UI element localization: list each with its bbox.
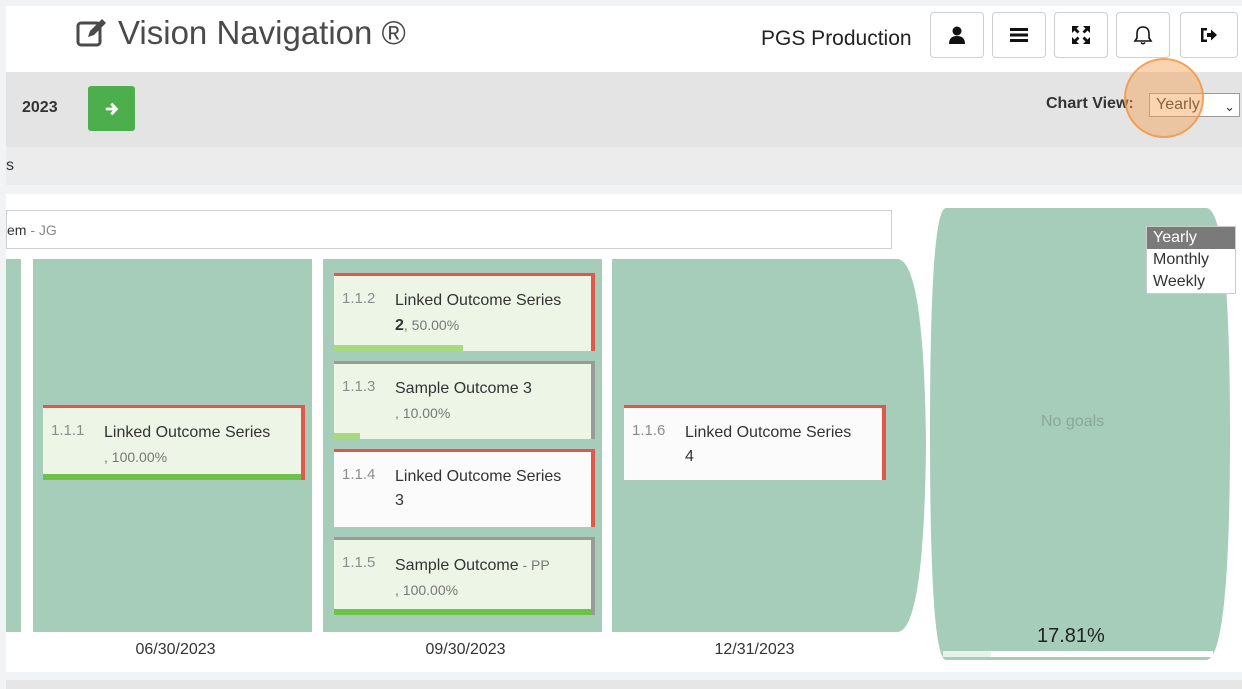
outcome-title: Linked Outcome Series xyxy=(104,424,271,441)
outcome-card[interactable]: 1.1.6 Linked Outcome Series 4 xyxy=(624,405,886,480)
outcome-number: 1.1.2 xyxy=(342,290,376,307)
notifications-button[interactable] xyxy=(1116,12,1170,58)
column-date: 09/30/2023 xyxy=(425,641,506,658)
option-weekly[interactable]: Weekly xyxy=(1147,271,1235,293)
parent-item-owner: - JG xyxy=(26,222,57,238)
toolbar: 2023 Chart View: Yearly ⌄ xyxy=(6,72,1242,147)
outcome-card[interactable]: 1.1.1 Linked Outcome Series , 100.00% xyxy=(43,405,305,480)
organization-name: PGS Production xyxy=(761,27,912,50)
menu-button[interactable] xyxy=(992,12,1046,58)
bottom-strip xyxy=(6,680,1242,689)
outcome-percent: , 50.00% xyxy=(403,317,460,333)
section-bar: s xyxy=(6,147,1242,185)
outcome-number: 1.1.6 xyxy=(632,422,666,439)
sign-out-icon xyxy=(1201,28,1217,42)
summary-progress-fill xyxy=(943,651,992,657)
roadmap-panel: em - JG 1.1.1 Linked Outcome Series , 100… xyxy=(6,194,1242,672)
outcome-percent: , 10.00% xyxy=(395,405,451,421)
column-date: 06/30/2023 xyxy=(135,641,216,658)
timeline-column-partial xyxy=(6,259,21,632)
outcome-title: Sample Outcome xyxy=(395,557,519,574)
outcome-card[interactable]: 1.1.2 Linked Outcome Series 2, 50.00% xyxy=(334,273,595,351)
year-label: 2023 xyxy=(22,99,58,116)
progress-bar xyxy=(334,345,463,351)
chart-view-options: Yearly Monthly Weekly xyxy=(1146,226,1236,294)
chevron-down-icon: ⌄ xyxy=(1224,99,1235,114)
section-label: s xyxy=(6,157,14,174)
click-highlight xyxy=(1124,58,1204,138)
summary-progress-track xyxy=(943,651,1213,657)
expand-icon xyxy=(1072,26,1090,44)
option-monthly[interactable]: Monthly xyxy=(1147,249,1235,271)
outcome-title: Linked Outcome Series xyxy=(395,292,562,309)
option-yearly[interactable]: Yearly xyxy=(1147,227,1235,249)
outcome-card[interactable]: 1.1.4 Linked Outcome Series 3 xyxy=(334,449,595,527)
progress-bar xyxy=(334,433,360,439)
logout-button[interactable] xyxy=(1180,12,1238,58)
outcome-title: Sample Outcome 3 xyxy=(395,380,532,397)
outcome-title: Linked Outcome Series xyxy=(685,424,852,441)
no-goals-text: No goals xyxy=(1041,413,1105,430)
parent-item-title: em xyxy=(7,222,27,238)
profile-button[interactable] xyxy=(930,12,984,58)
outcome-number: 1.1.1 xyxy=(51,422,85,439)
outcome-percent: , 100.00% xyxy=(104,449,168,465)
user-icon xyxy=(949,26,965,44)
outcome-number: 1.1.3 xyxy=(342,378,376,395)
outcome-title-line2: 3 xyxy=(395,492,404,509)
edit-icon xyxy=(76,19,106,47)
outcome-title-line2: 2 xyxy=(395,317,404,334)
top-header: Vision Navigation ® PGS Production xyxy=(6,6,1242,72)
next-button[interactable] xyxy=(88,86,135,131)
outcome-number: 1.1.4 xyxy=(342,466,376,483)
hamburger-icon xyxy=(1010,28,1028,42)
arrow-right-icon xyxy=(105,102,118,115)
outcome-title-line2: 4 xyxy=(685,448,694,465)
brand[interactable]: Vision Navigation ® xyxy=(76,14,406,52)
outcome-title: Linked Outcome Series xyxy=(395,468,562,485)
progress-bar xyxy=(334,609,591,615)
outcome-card[interactable]: 1.1.3 Sample Outcome 3 , 10.00% xyxy=(334,361,595,439)
fullscreen-button[interactable] xyxy=(1054,12,1108,58)
bell-icon xyxy=(1133,26,1153,45)
chart-view-label: Chart View: xyxy=(1046,95,1134,112)
progress-bar xyxy=(43,474,301,480)
column-date: 12/31/2023 xyxy=(714,641,795,658)
outcome-owner: - PP xyxy=(518,557,550,573)
outcome-percent: , 100.00% xyxy=(395,582,459,598)
outcome-card[interactable]: 1.1.5 Sample Outcome - PP , 100.00% xyxy=(334,537,595,615)
outcome-number: 1.1.5 xyxy=(342,554,376,571)
app-window: Vision Navigation ® PGS Production 2023 xyxy=(0,0,1242,689)
brand-title: Vision Navigation ® xyxy=(118,14,406,51)
total-percent: 17.81% xyxy=(1037,625,1105,647)
parent-item-box[interactable]: em - JG xyxy=(6,210,892,249)
